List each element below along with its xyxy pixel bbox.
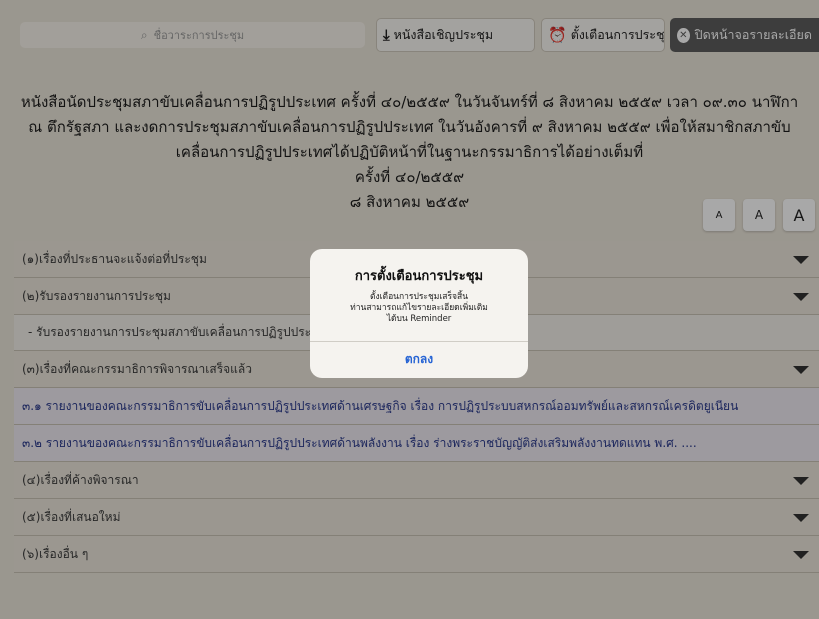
dialog-message-line: ท่านสามารถแก้ไขรายละเอียดเพิ่มเติม	[350, 303, 488, 313]
ok-button[interactable]: ตกลง	[310, 341, 528, 378]
dialog-message: ตั้งเตือนการประชุมเสร็จสิ้น ท่านสามารถแก…	[310, 292, 528, 325]
dialog-message-line: ตั้งเตือนการประชุมเสร็จสิ้น	[369, 292, 469, 302]
reminder-alert-dialog: การตั้งเตือนการประชุม ตั้งเตือนการประชุม…	[310, 249, 528, 378]
dialog-message-line: ได้บน Reminder	[386, 314, 452, 324]
dialog-title: การตั้งเตือนการประชุม	[354, 269, 484, 284]
